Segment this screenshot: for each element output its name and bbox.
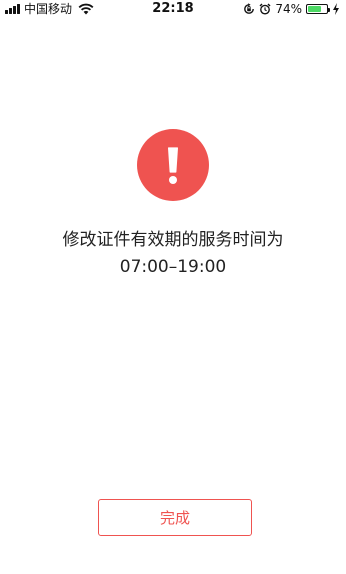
alarm-icon	[259, 3, 271, 15]
battery-percent: 74%	[275, 2, 302, 16]
rotation-lock-icon	[244, 3, 255, 14]
status-bar-right: 74%	[243, 2, 340, 16]
battery-icon	[306, 4, 330, 14]
alert-message-line1: 修改证件有效期的服务时间为	[62, 230, 284, 250]
exclamation-mark	[168, 147, 178, 184]
exclamation-icon	[137, 129, 209, 201]
done-button[interactable]: 完成	[98, 499, 252, 536]
alert-message-line2: 07:00–19:00	[119, 257, 227, 277]
charging-bolt-icon	[333, 3, 339, 15]
alert-message: 修改证件有效期的服务时间为 07:00–19:00	[0, 227, 346, 281]
status-bar: 中国移动 22:18 74%	[0, 0, 346, 18]
